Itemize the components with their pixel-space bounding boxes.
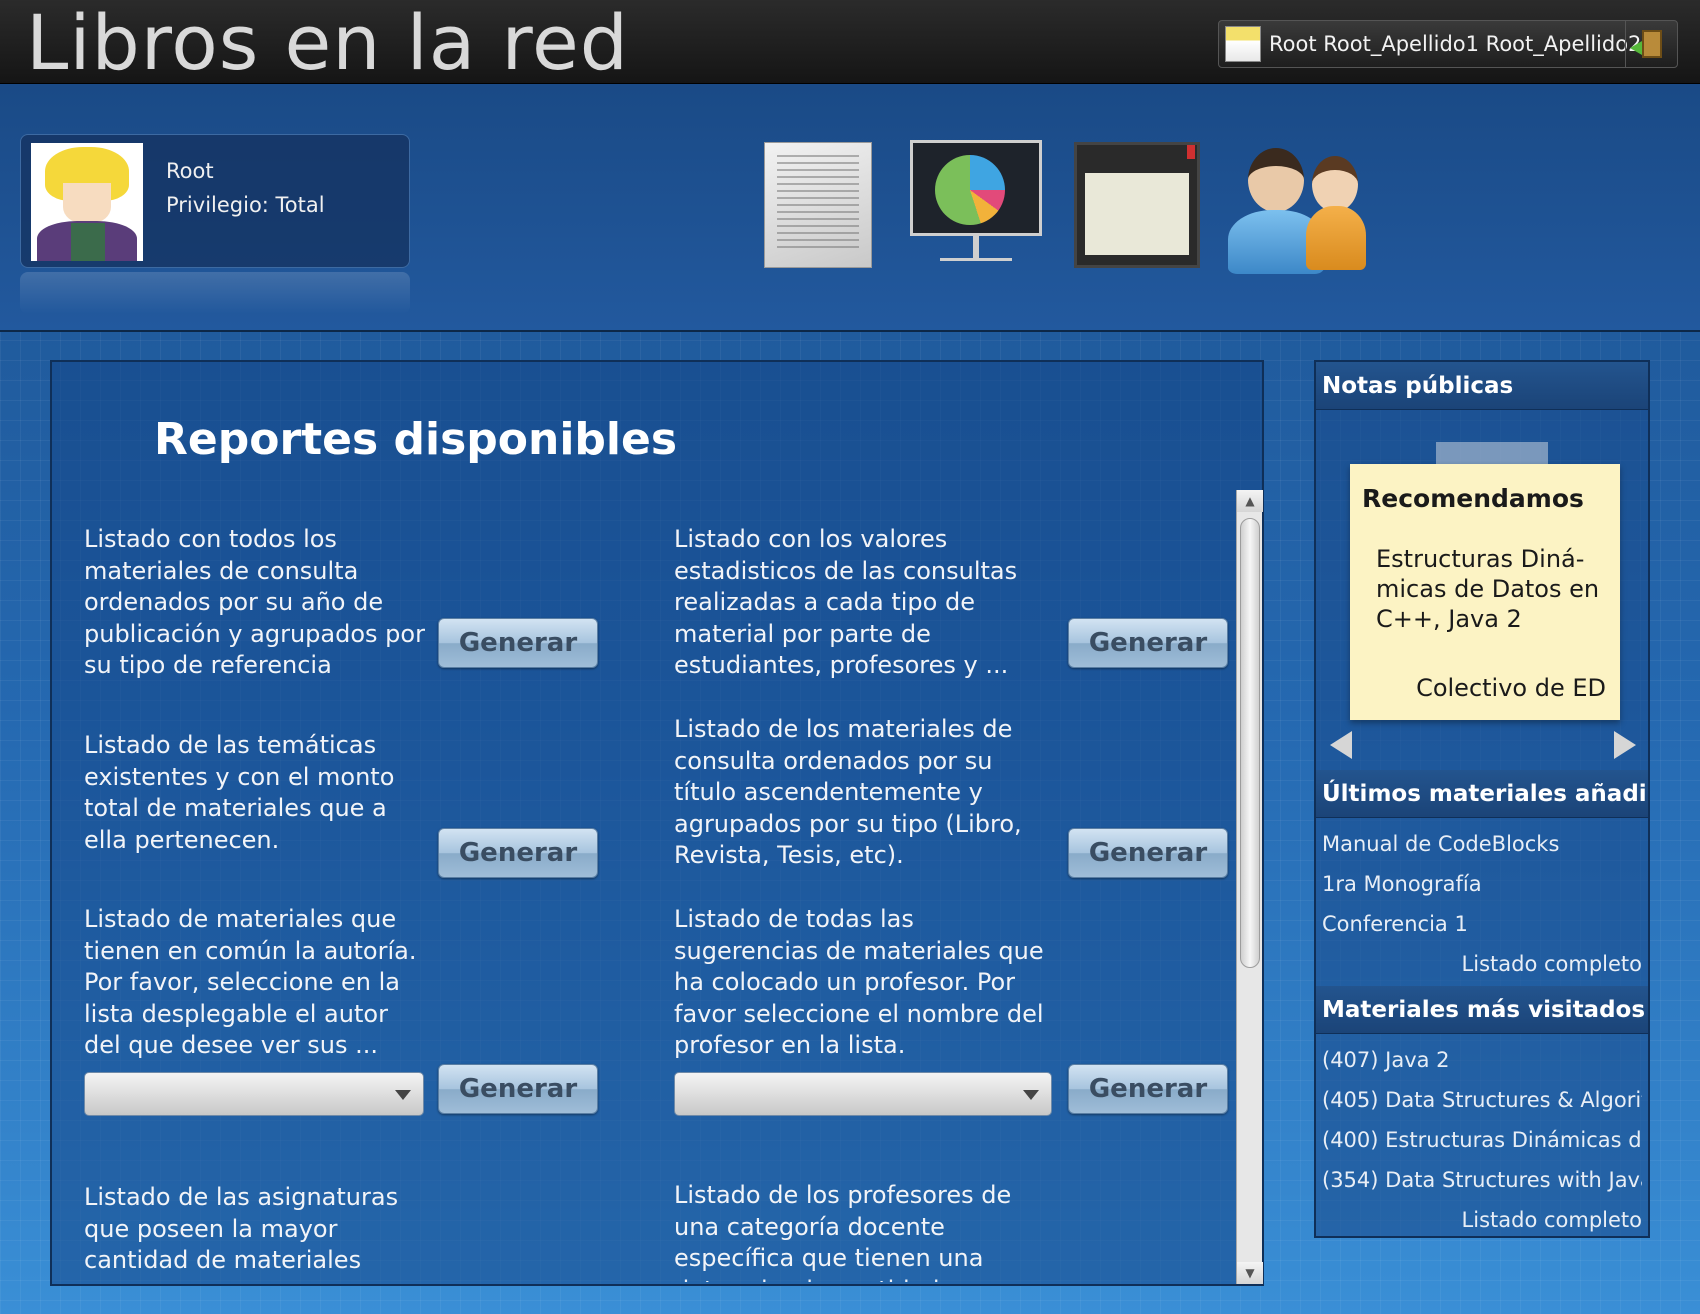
public-notes-header: Notas públicas (1316, 362, 1648, 410)
generate-button[interactable]: Generar (1068, 618, 1228, 668)
user-avatar-small (1225, 26, 1261, 62)
presentation-chart-icon[interactable] (910, 140, 1042, 270)
report-description: Listado de los materiales de consulta or… (674, 715, 1022, 869)
generate-button[interactable]: Generar (438, 618, 598, 668)
sidebar: Notas públicas Recomendamos Estructuras … (1314, 360, 1650, 1238)
report-description: Listado con los valores estadisticos de … (674, 525, 1018, 679)
profile-card: Root Privilegio: Total (20, 134, 410, 268)
author-select[interactable] (84, 1072, 424, 1116)
previous-arrow-icon[interactable] (1322, 724, 1362, 764)
generate-button[interactable]: Generar (438, 1064, 598, 1114)
note-author: Colectivo de ED (1416, 674, 1606, 702)
logout-button[interactable] (1625, 21, 1677, 67)
latest-full-list-link[interactable]: Listado completo (1462, 952, 1642, 976)
profile-reflection (20, 272, 410, 314)
latest-material-link[interactable]: Conferencia 1 (1322, 912, 1642, 936)
top-bar: Libros en la red Root Root_Apellido1 Roo… (0, 0, 1700, 87)
report-description: Listado de materiales que tienen en comú… (84, 905, 417, 1059)
users-icon[interactable] (1226, 144, 1366, 274)
report-description: Listado de las temáticas existentes y co… (84, 731, 395, 854)
chevron-down-icon (1023, 1090, 1039, 1100)
profile-privilege: Privilegio: Total (166, 193, 325, 217)
chevron-down-icon (395, 1090, 411, 1100)
scroll-up-icon[interactable]: ▲ (1237, 490, 1263, 512)
professor-select[interactable] (674, 1072, 1052, 1116)
profile-name: Root (166, 159, 214, 183)
latest-material-link[interactable]: 1ra Monografía (1322, 872, 1642, 896)
scroll-down-icon[interactable]: ▼ (1237, 1262, 1263, 1284)
most-visited-link[interactable]: (400) Estructuras Dinámicas d... (1322, 1128, 1642, 1152)
user-menu[interactable]: Root Root_Apellido1 Root_Apellido2 (1218, 20, 1678, 68)
reports-title: Reportes disponibles (154, 414, 678, 465)
most-visited-full-list-link[interactable]: Listado completo (1462, 1208, 1642, 1232)
app-title: Libros en la red (26, 0, 630, 87)
latest-materials-header: Últimos materiales añadi... (1316, 770, 1648, 818)
generate-button[interactable]: Generar (1068, 1064, 1228, 1114)
notes-board-icon[interactable] (1074, 142, 1200, 268)
report-description: Listado de todas las sugerencias de mate… (674, 905, 1044, 1059)
header-band: Root Privilegio: Total (0, 84, 1700, 332)
report-description: Listado de las asignaturas que poseen la… (84, 1183, 399, 1274)
generate-button[interactable]: Generar (1068, 828, 1228, 878)
report-description: Listado con todos los materiales de cons… (84, 525, 425, 684)
scroll-thumb[interactable] (1240, 518, 1260, 968)
most-visited-link[interactable]: (407) Java 2 (1322, 1048, 1642, 1072)
most-visited-header: Materiales más visitados (1316, 986, 1648, 1034)
user-full-name: Root Root_Apellido1 Root_Apellido2 (1269, 32, 1642, 56)
profile-avatar (31, 143, 143, 261)
logout-door-icon (1629, 30, 1662, 58)
note-title: Recomendamos (1362, 484, 1584, 513)
report-description: Listado de los profesores de una categor… (674, 1181, 1012, 1282)
next-arrow-icon[interactable] (1602, 724, 1642, 764)
note-body: Estructuras Diná-micas de Datos en C++, … (1376, 545, 1600, 633)
generate-button[interactable]: Generar (438, 828, 598, 878)
sticky-note: Recomendamos Estructuras Diná-micas de D… (1350, 464, 1620, 720)
latest-material-link[interactable]: Manual de CodeBlocks (1322, 832, 1642, 856)
most-visited-link[interactable]: (354) Data Structures with Java (1322, 1168, 1642, 1192)
reports-scrollbar[interactable]: ▲ ▼ (1236, 490, 1263, 1284)
document-icon[interactable] (764, 142, 872, 268)
most-visited-link[interactable]: (405) Data Structures & Algorit... (1322, 1088, 1642, 1112)
reports-panel: Reportes disponibles Listado con todos l… (50, 360, 1264, 1286)
